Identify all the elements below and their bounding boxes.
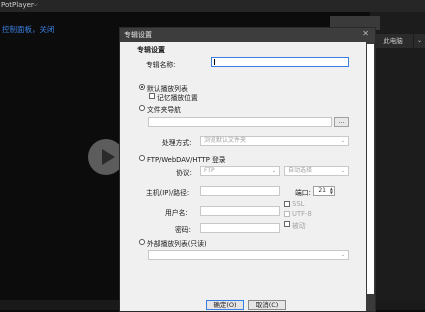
chevron-down-icon: ⌄ xyxy=(340,252,345,258)
password-label: 密码: xyxy=(175,226,191,234)
folder-nav-label: 文件夹导航 xyxy=(147,106,181,114)
chevron-down-icon[interactable]: ⌵ xyxy=(33,1,38,9)
chevron-down-icon: ⌄ xyxy=(340,138,345,144)
host-input[interactable] xyxy=(200,186,280,196)
passive-label: 被动 xyxy=(292,222,306,230)
passive-checkbox[interactable] xyxy=(284,221,290,227)
ssl-checkbox[interactable] xyxy=(284,201,290,207)
album-name-label: 专辑名称: xyxy=(146,61,176,69)
chevron-down-icon: ⌄ xyxy=(271,168,276,174)
album-settings-dialog: 专辑设置 ✕ 专辑设置 专辑名称: 默认播放列表 记忆播放位置 文件夹导航 ..… xyxy=(119,27,376,312)
folder-nav-radio[interactable] xyxy=(139,105,145,111)
encoding-value: 自动选择 xyxy=(288,167,313,174)
password-input[interactable] xyxy=(200,223,280,233)
cancel-button[interactable]: 取消(C) xyxy=(248,300,286,310)
utf8-checkbox[interactable] xyxy=(284,211,290,217)
status-text: 控制面板，关闭 xyxy=(2,25,55,34)
process-value: 浏览默认文件夹 xyxy=(204,137,247,144)
dialog-content: 专辑设置 专辑名称: 默认播放列表 记忆播放位置 文件夹导航 ... 处理方式:… xyxy=(120,42,366,311)
album-name-input[interactable] xyxy=(211,57,349,67)
dialog-footer: 确定(O) 取消(C) xyxy=(120,299,366,311)
process-combo[interactable]: 浏览默认文件夹 ⌄ xyxy=(200,136,349,146)
ssl-label: SSL xyxy=(292,200,305,208)
external-playlist-combo[interactable]: ⌄ xyxy=(148,250,349,260)
remember-position-checkbox[interactable] xyxy=(149,93,155,99)
dialog-titlebar[interactable]: 专辑设置 ✕ xyxy=(120,28,375,42)
app-title: PotPlayer xyxy=(1,1,34,9)
player-titlebar: PotPlayer ⌵ xyxy=(0,0,425,12)
protocol-combo[interactable]: FTP ⌄ xyxy=(200,166,280,176)
external-playlist-label: 外部播放列表(只读) xyxy=(147,240,207,248)
dialog-title: 专辑设置 xyxy=(124,31,152,39)
ftp-label: FTP/WebDAV/HTTP 登录 xyxy=(147,156,226,164)
protocol-label: 协议: xyxy=(176,169,192,177)
section-title: 专辑设置 xyxy=(137,46,165,54)
chevron-down-icon[interactable]: ⌄ xyxy=(414,34,425,48)
this-pc-button[interactable]: 此电脑 xyxy=(373,34,413,48)
utf8-label: UTF-8 xyxy=(292,210,312,218)
encoding-combo[interactable]: 自动选择 ⌄ xyxy=(284,166,349,176)
host-label: 主机(IP)/路径: xyxy=(146,189,190,197)
external-playlist-radio[interactable] xyxy=(139,239,145,245)
stepper-arrows-icon[interactable]: ▲ ▼ xyxy=(330,187,333,195)
browse-button[interactable]: ... xyxy=(334,117,349,127)
port-label: 端口: xyxy=(295,189,311,197)
remember-position-label: 记忆播放位置 xyxy=(157,94,198,102)
close-icon[interactable]: ✕ xyxy=(362,29,369,38)
port-value: 21 xyxy=(318,187,326,194)
dialog-scrollbar[interactable] xyxy=(366,42,375,311)
chevron-down-icon: ⌄ xyxy=(340,168,345,174)
playlist-panel xyxy=(370,12,425,310)
port-stepper[interactable]: 21 ▲ ▼ xyxy=(313,186,335,196)
scrollbar-thumb[interactable] xyxy=(367,44,374,294)
folder-path-input[interactable] xyxy=(148,117,332,127)
user-input[interactable] xyxy=(200,206,280,216)
ftp-radio[interactable] xyxy=(139,155,145,161)
process-label: 处理方式: xyxy=(162,139,192,147)
ok-button[interactable]: 确定(O) xyxy=(206,300,244,310)
protocol-value: FTP xyxy=(204,167,215,174)
user-label: 用户名: xyxy=(165,209,188,217)
text-caret xyxy=(214,59,215,65)
default-playlist-radio[interactable] xyxy=(139,84,145,90)
